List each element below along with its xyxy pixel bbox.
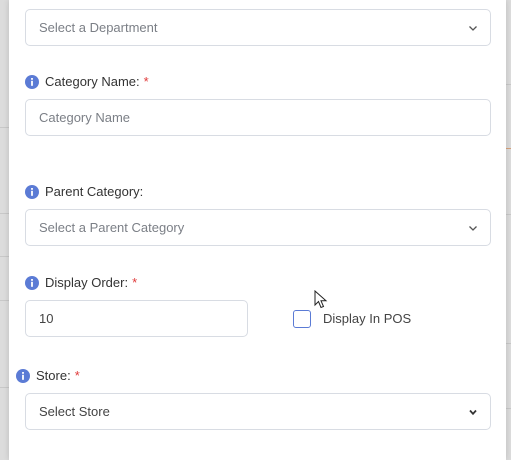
info-icon bbox=[16, 368, 30, 383]
backdrop-divider bbox=[506, 214, 511, 215]
category-name-input[interactable]: Category Name bbox=[25, 99, 491, 136]
backdrop-divider bbox=[506, 84, 511, 85]
info-icon bbox=[25, 184, 39, 199]
chevron-down-icon bbox=[469, 25, 477, 31]
backdrop-divider bbox=[0, 300, 9, 301]
required-asterisk: * bbox=[132, 275, 138, 290]
chevron-down-icon bbox=[469, 225, 477, 231]
display-in-pos-checkbox[interactable] bbox=[293, 310, 311, 328]
info-icon bbox=[25, 74, 39, 89]
store-label: Store: * bbox=[16, 368, 80, 383]
parent-category-select[interactable]: Select a Parent Category bbox=[25, 209, 491, 246]
backdrop-divider bbox=[0, 127, 9, 128]
department-select-placeholder: Select a Department bbox=[39, 20, 158, 35]
category-form-modal: Select a Department Category Name: * Cat… bbox=[9, 0, 506, 460]
department-select[interactable]: Select a Department bbox=[25, 9, 491, 46]
chevron-down-icon bbox=[469, 409, 477, 415]
display-in-pos-label[interactable]: Display In POS bbox=[323, 311, 411, 326]
category-name-label: Category Name: * bbox=[25, 74, 149, 89]
backdrop-divider bbox=[506, 408, 511, 409]
backdrop-accent-line bbox=[506, 148, 511, 149]
store-label-text: Store: bbox=[36, 368, 71, 383]
backdrop-divider bbox=[0, 256, 9, 257]
display-order-input-value: 10 bbox=[39, 311, 54, 326]
category-name-label-text: Category Name: bbox=[45, 74, 140, 89]
category-name-input-placeholder: Category Name bbox=[39, 110, 131, 125]
backdrop-divider bbox=[506, 343, 511, 344]
parent-category-label-text: Parent Category: bbox=[45, 184, 144, 199]
backdrop-divider bbox=[0, 213, 9, 214]
mouse-cursor-icon bbox=[314, 290, 328, 309]
display-order-label: Display Order: * bbox=[25, 275, 137, 290]
display-order-input[interactable]: 10 bbox=[25, 300, 248, 337]
store-select[interactable]: Select Store bbox=[25, 393, 491, 430]
parent-category-label: Parent Category: bbox=[25, 184, 143, 199]
info-icon bbox=[25, 275, 39, 290]
required-asterisk: * bbox=[74, 368, 80, 383]
display-order-label-text: Display Order: bbox=[45, 275, 129, 290]
backdrop-divider bbox=[0, 387, 9, 388]
parent-category-select-placeholder: Select a Parent Category bbox=[39, 220, 185, 235]
required-asterisk: * bbox=[143, 74, 149, 89]
store-select-placeholder: Select Store bbox=[39, 404, 110, 419]
